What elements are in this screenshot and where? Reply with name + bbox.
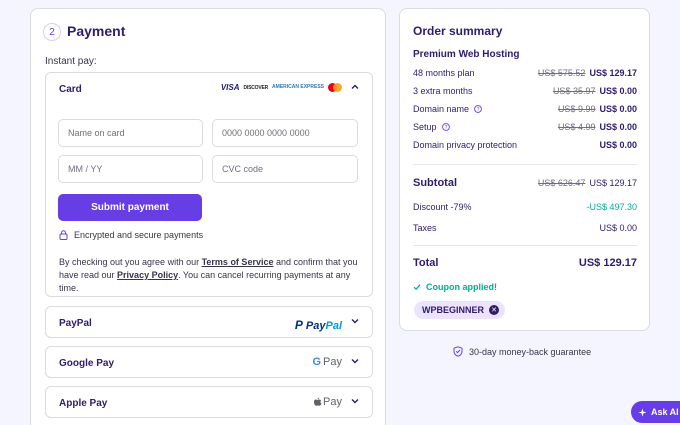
divider	[413, 164, 637, 165]
chevron-down-icon[interactable]	[350, 316, 360, 326]
card-number-input[interactable]: 0000 0000 0000 0000	[212, 119, 358, 147]
new-price: US$ 0.00	[599, 140, 637, 150]
summary-line: Setup? US$ 4.99 US$ 0.00	[413, 122, 637, 132]
step-badge: 2	[43, 23, 61, 41]
paypal-logo-pay: Pay	[305, 320, 326, 332]
total-line: Total US$ 129.17	[413, 257, 637, 269]
svg-text:?: ?	[444, 125, 447, 131]
apple-pay-method[interactable]: Apple Pay Pay	[45, 386, 373, 418]
privacy-policy-link[interactable]: Privacy Policy	[117, 270, 178, 280]
discount-value: -US$ 497.30	[586, 202, 637, 212]
shield-icon	[453, 346, 463, 357]
ask-ai-label: Ask AI	[651, 407, 679, 417]
order-summary-title: Order summary	[413, 24, 503, 38]
coupon-applied-message: Coupon applied!	[413, 282, 497, 292]
secure-text: Encrypted and secure payments	[74, 230, 204, 240]
subtotal-new: US$ 129.17	[589, 178, 637, 188]
terms-text: By checking out you agree with our Terms…	[59, 256, 364, 295]
google-pay-logo-text: Pay	[323, 356, 342, 368]
coupon-code: WPBEGINNER	[422, 305, 485, 315]
money-back-guarantee: 30-day money-back guarantee	[453, 346, 591, 357]
info-icon[interactable]: ?	[441, 123, 450, 131]
coupon-chip: WPBEGINNER ✕	[414, 301, 506, 319]
total-value: US$ 129.17	[578, 257, 637, 269]
lock-icon	[59, 230, 68, 240]
svg-text:?: ?	[477, 107, 480, 113]
apple-pay-label: Apple Pay	[59, 398, 108, 409]
taxes-label: Taxes	[413, 223, 437, 233]
mastercard-logo	[328, 83, 342, 92]
google-pay-label: Google Pay	[59, 358, 115, 369]
terms-of-service-link[interactable]: Terms of Service	[202, 257, 274, 267]
line-label: 3 extra months	[413, 86, 473, 96]
taxes-value: US$ 0.00	[599, 223, 637, 233]
line-label: Setup	[413, 122, 437, 132]
product-name: Premium Web Hosting	[413, 49, 520, 60]
divider	[413, 245, 637, 246]
chevron-up-icon[interactable]	[350, 82, 360, 92]
paypal-method[interactable]: PayPal P PayPal	[45, 306, 373, 338]
payment-panel: 2 Payment Instant pay: Card VISA DISCOVE…	[30, 8, 386, 425]
ask-ai-button[interactable]: Ask AI	[631, 401, 680, 423]
subtotal-old: US$ 626.47	[537, 178, 586, 188]
apple-pay-logo: Pay	[313, 396, 342, 408]
submit-payment-button[interactable]: Submit payment	[58, 194, 202, 221]
discount-label: Discount -79%	[413, 202, 472, 212]
subtotal-label: Subtotal	[413, 177, 457, 189]
cvc-input[interactable]: CVC code	[212, 155, 358, 183]
google-pay-method[interactable]: Google Pay G Pay	[45, 346, 373, 378]
old-price: US$ 575.52	[537, 68, 586, 78]
paypal-logo-pal: Pal	[325, 320, 342, 332]
paypal-label: PayPal	[59, 318, 92, 329]
instant-pay-label: Instant pay:	[45, 56, 97, 67]
line-label: 48 months plan	[413, 68, 475, 78]
taxes-line: Taxes US$ 0.00	[413, 223, 637, 233]
chevron-down-icon[interactable]	[350, 396, 360, 406]
secure-payments-note: Encrypted and secure payments	[59, 230, 203, 240]
guarantee-text: 30-day money-back guarantee	[469, 346, 592, 357]
old-price: US$ 4.99	[557, 122, 596, 132]
old-price: US$ 35.97	[552, 86, 596, 96]
amex-logo: AMERICAN EXPRESS	[272, 84, 324, 90]
summary-line: Domain name? US$ 9.99 US$ 0.00	[413, 104, 637, 114]
expiry-input[interactable]: MM / YY	[58, 155, 203, 183]
card-method-label: Card	[59, 84, 82, 95]
paypal-mark-icon: P	[294, 318, 303, 332]
subtotal-line: Subtotal US$ 626.47 US$ 129.17	[413, 177, 637, 189]
chevron-down-icon[interactable]	[350, 356, 360, 366]
card-method[interactable]: Card VISA DISCOVER AMERICAN EXPRESS Name…	[45, 72, 373, 297]
new-price: US$ 0.00	[599, 122, 637, 132]
apple-icon	[313, 397, 322, 406]
remove-coupon-icon[interactable]: ✕	[489, 305, 500, 315]
card-logos: VISA DISCOVER AMERICAN EXPRESS	[221, 83, 342, 92]
google-pay-logo: G Pay	[312, 356, 342, 368]
google-g-icon: G	[312, 356, 322, 368]
total-label: Total	[413, 257, 439, 269]
line-label: Domain name	[413, 104, 470, 114]
summary-line: Domain privacy protection US$ 0.00	[413, 140, 637, 150]
discount-line: Discount -79% -US$ 497.30	[413, 202, 637, 212]
order-summary-panel: Order summary Premium Web Hosting 48 mon…	[399, 8, 650, 331]
coupon-applied-text: Coupon applied!	[426, 282, 497, 292]
info-icon[interactable]: ?	[474, 105, 482, 113]
terms-prefix: By checking out you agree with our	[59, 257, 202, 267]
discover-logo: DISCOVER	[243, 84, 269, 91]
visa-logo: VISA	[220, 83, 240, 92]
summary-line: 3 extra months US$ 35.97 US$ 0.00	[413, 86, 637, 96]
paypal-logo: P PayPal	[295, 316, 342, 334]
apple-pay-logo-text: Pay	[323, 396, 342, 408]
name-on-card-input[interactable]: Name on card	[58, 119, 203, 147]
new-price: US$ 0.00	[599, 104, 637, 114]
new-price: US$ 129.17	[589, 68, 637, 78]
sparkle-icon	[638, 408, 647, 416]
payment-title: Payment	[67, 23, 126, 39]
checkmark-icon	[413, 284, 421, 291]
summary-line: 48 months plan US$ 575.52 US$ 129.17	[413, 68, 637, 78]
line-label: Domain privacy protection	[413, 140, 518, 150]
old-price: US$ 9.99	[557, 104, 596, 114]
new-price: US$ 0.00	[599, 86, 637, 96]
